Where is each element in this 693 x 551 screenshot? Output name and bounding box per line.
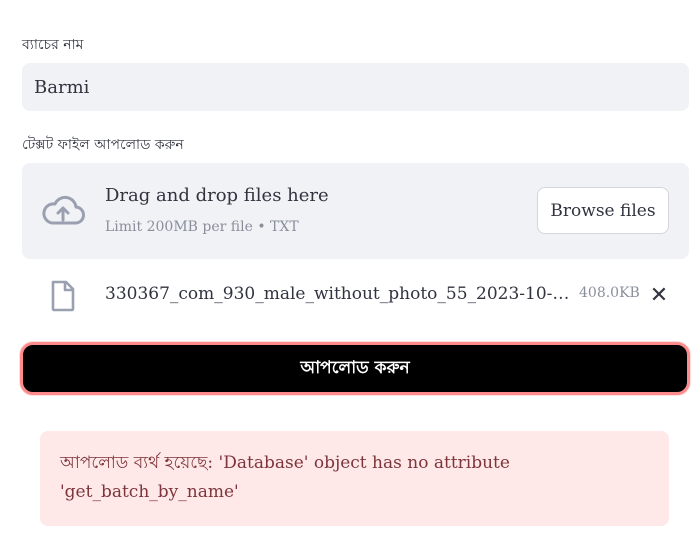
file-upload-label: টেক্সট ফাইল আপলোড করুন xyxy=(22,137,184,153)
dropzone-title: Drag and drop files here xyxy=(105,185,329,206)
uploaded-file-row: 330367_com_930_male_without_photo_55_202… xyxy=(22,270,689,322)
uploaded-file-size: 408.0KB xyxy=(579,285,640,301)
batch-name-value: Barmi xyxy=(34,76,90,98)
upload-button[interactable]: আপলোড করুন xyxy=(20,342,690,395)
close-icon[interactable]: ✕ xyxy=(648,282,670,308)
uploaded-file-name: 330367_com_930_male_without_photo_55_202… xyxy=(105,284,571,304)
dropzone-limit-text: Limit 200MB per file • TXT xyxy=(105,219,299,235)
batch-name-input[interactable]: Barmi xyxy=(22,63,689,111)
error-message: আপলোড ব্যর্থ হয়েছে: 'Database' object h… xyxy=(60,453,510,502)
batch-name-label: ব্যাচের নাম xyxy=(22,37,84,53)
cloud-upload-icon xyxy=(42,195,85,225)
error-alert: আপলোড ব্যর্থ হয়েছে: 'Database' object h… xyxy=(40,431,669,526)
file-dropzone[interactable]: Drag and drop files here Limit 200MB per… xyxy=(22,163,689,259)
file-icon xyxy=(51,280,75,312)
upload-button-label: আপলোড করুন xyxy=(300,357,410,378)
browse-files-button[interactable]: Browse files xyxy=(537,187,669,234)
